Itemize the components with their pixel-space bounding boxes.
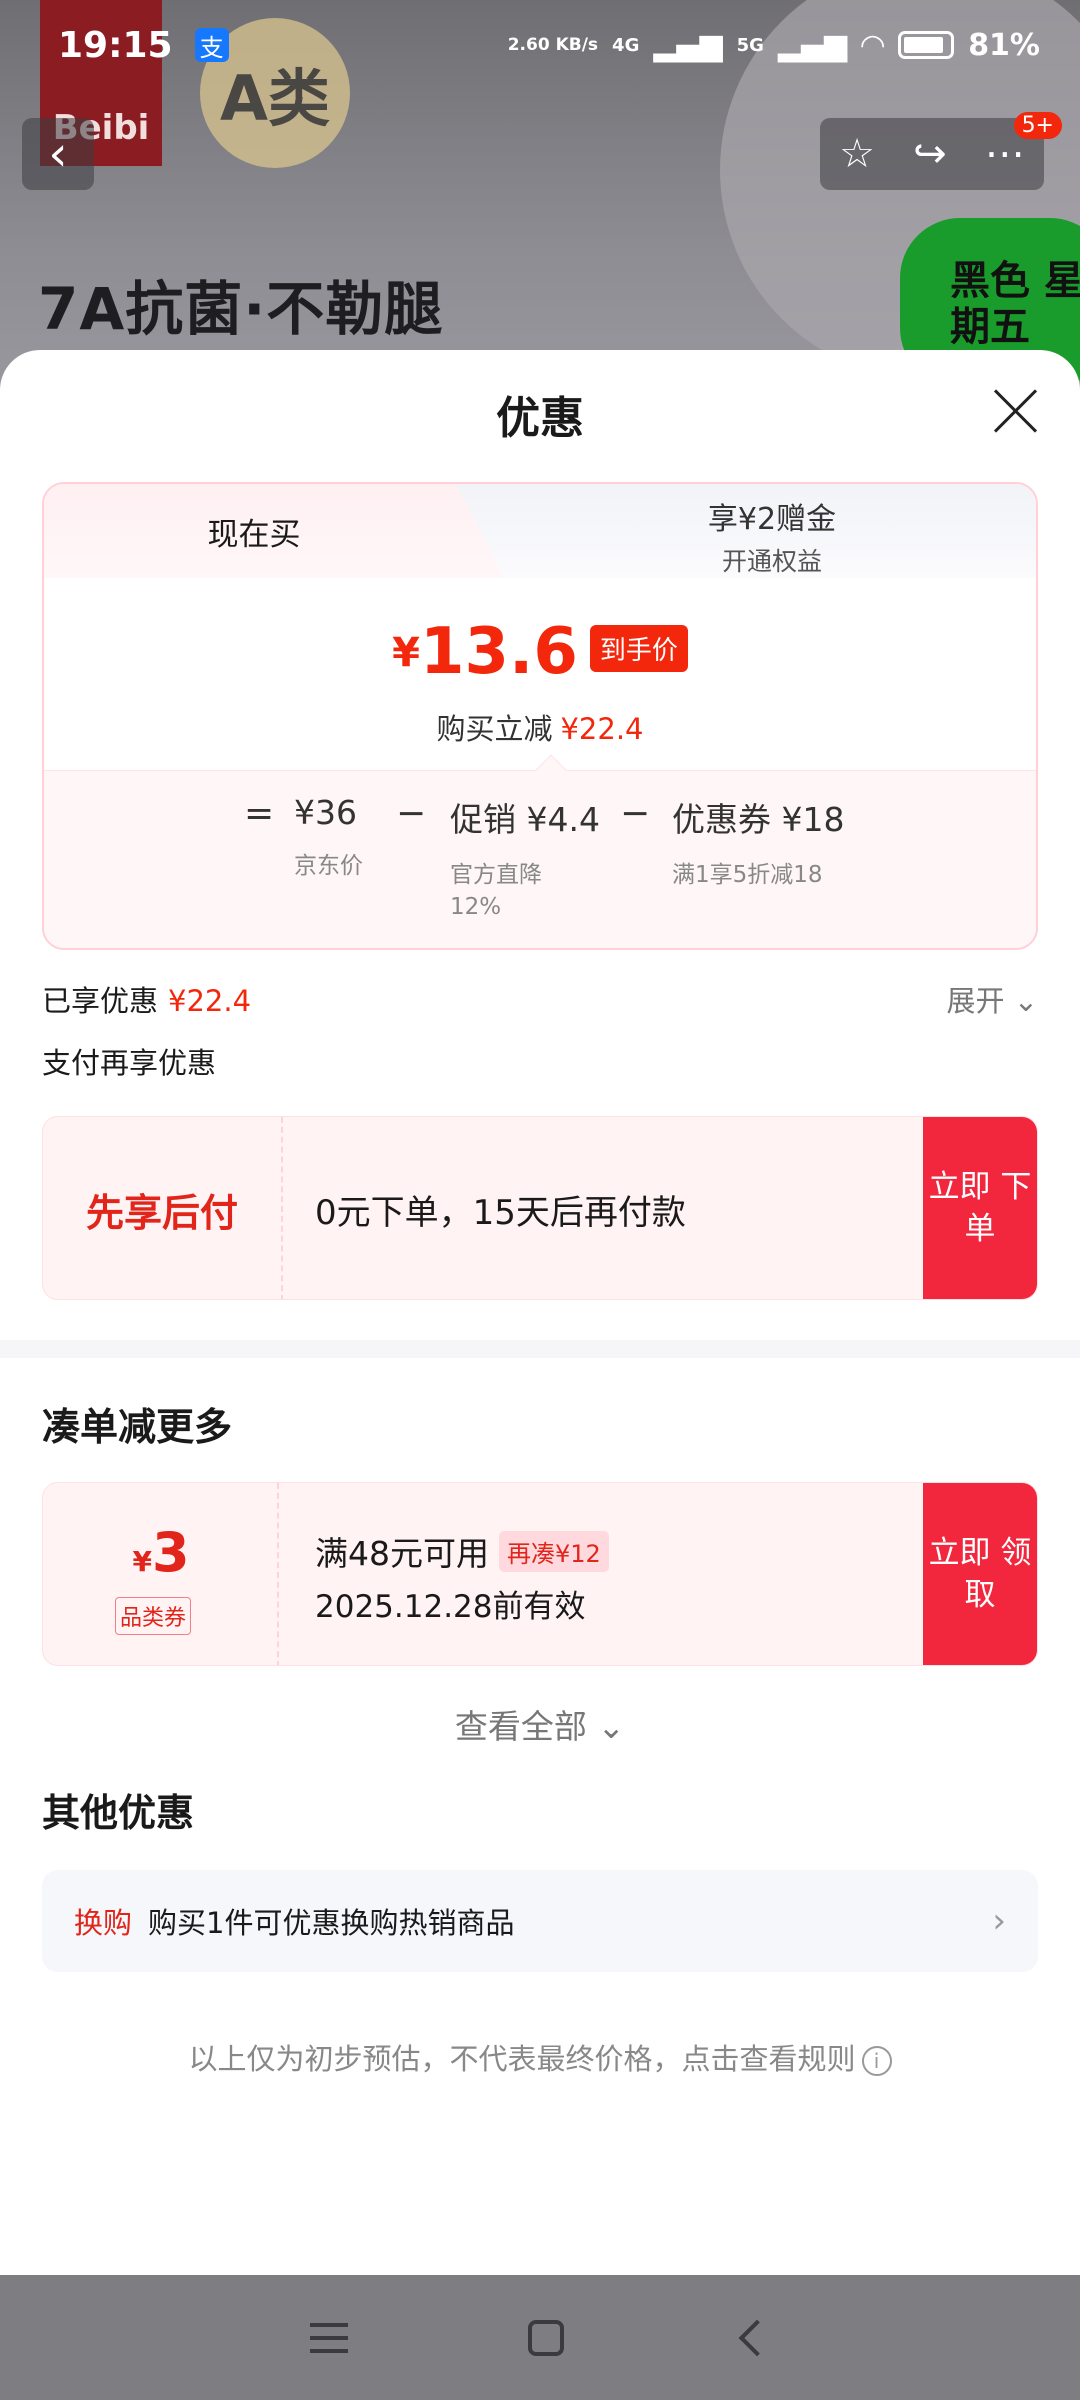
- price-currency: ¥: [392, 630, 420, 676]
- minus-sign: −: [620, 793, 651, 834]
- chevron-left-icon: ‹: [48, 126, 68, 182]
- breakdown-coupon: 优惠券 ¥18 满1享5折减18: [672, 793, 844, 891]
- buy-now-pay-later-card: 先享后付 0元下单，15天后再付款 立即 下单: [42, 1116, 1038, 1300]
- alipay-icon: 支: [194, 28, 229, 62]
- tab-buy-now[interactable]: 现在买: [44, 484, 464, 578]
- sheet-title: 优惠: [496, 393, 584, 444]
- coupon-value: ¥3: [43, 1521, 279, 1584]
- coupon-kind: 品类券: [115, 1597, 192, 1635]
- wifi-icon: ◠: [861, 27, 885, 63]
- favorite-star-icon[interactable]: ☆: [839, 131, 875, 177]
- battery-level: 81%: [968, 27, 1040, 63]
- bundle-section-title: 凑单减更多: [42, 1405, 233, 1449]
- breakdown-desc: 官方直降 12%: [450, 862, 542, 920]
- breakdown-value: ¥36: [294, 793, 357, 832]
- enjoyed-discount: 已享优惠 ¥22.4: [42, 978, 251, 1020]
- coupon-condition: 满48元可用 再凑¥12: [315, 1527, 609, 1575]
- breakdown-jd-price: ¥36 京东价: [294, 793, 363, 882]
- breakdown-value: 优惠券 ¥18: [672, 800, 845, 839]
- minus-sign: −: [396, 793, 427, 834]
- share-icon[interactable]: ↪: [913, 131, 947, 177]
- equals-sign: =: [244, 793, 275, 834]
- other-section-title: 其他优惠: [42, 1791, 195, 1835]
- info-icon: i: [861, 2046, 892, 2076]
- coupon-validity: 2025.12.28前有效: [315, 1589, 586, 1625]
- reduce-amount: ¥22.4: [560, 712, 644, 746]
- breakdown-desc: 京东价: [294, 853, 363, 879]
- top-navigation: ‹ ☆ ↪ ⋯ 5+: [0, 112, 1080, 194]
- coupon-condition-text: 满48元可用: [315, 1534, 489, 1573]
- breakdown-promotion: 促销 ¥4.4 官方直降 12%: [450, 793, 600, 923]
- chevron-down-icon: ⌄: [597, 1707, 626, 1746]
- view-all-label: 查看全部: [454, 1707, 587, 1746]
- bnpl-description: 0元下单，15天后再付款: [315, 1192, 686, 1233]
- order-now-button[interactable]: 立即 下单: [923, 1117, 1037, 1299]
- enjoyed-label: 已享优惠: [42, 984, 159, 1018]
- coupon-currency: ¥: [132, 1545, 152, 1578]
- status-bar: 19:15 支 2.60 KB/s 4G ▂▄▆ 5G ▂▄▆ ◠ 81%: [0, 0, 1080, 90]
- breakdown-caret: [535, 754, 567, 786]
- home-icon[interactable]: [528, 2319, 564, 2356]
- back-button[interactable]: ‹: [22, 118, 94, 190]
- action-group: ☆ ↪ ⋯: [820, 118, 1044, 190]
- coupon-card: ¥3 品类券 满48元可用 再凑¥12 2025.12.28前有效 立即 领取: [42, 1482, 1038, 1666]
- tab-gift-bonus[interactable]: 享¥2赠金 开通权益: [504, 494, 1036, 578]
- network-speed: 2.60 KB/s: [507, 34, 599, 55]
- message-count-badge: 5+: [1013, 112, 1062, 139]
- disclaimer[interactable]: 以上仅为初步预估，不代表最终价格，点击查看规则 i: [0, 2036, 1080, 2078]
- more-icon[interactable]: ⋯: [985, 131, 1025, 177]
- product-headline: 7A抗菌·不勒腿: [38, 275, 444, 343]
- chevron-right-icon: ›: [992, 1901, 1006, 1941]
- signal-5g-icon: 5G: [736, 34, 764, 56]
- enjoyed-amount: ¥22.4: [168, 984, 252, 1018]
- breakdown-desc: 满1享5折减18: [672, 862, 823, 888]
- signal-bars-icon: ▂▄▆: [777, 27, 848, 63]
- gift-title: 享¥2赠金: [707, 502, 837, 537]
- expand-label: 展开: [946, 984, 1005, 1018]
- exchange-offer-row[interactable]: 换购 购买1件可优惠换购热销商品 ›: [42, 1870, 1038, 1972]
- exchange-tag: 换购: [74, 1906, 133, 1940]
- recent-apps-icon[interactable]: [310, 2322, 348, 2353]
- system-nav-bar: [0, 2275, 1080, 2400]
- view-all-button[interactable]: 查看全部 ⌄: [0, 1700, 1080, 1748]
- exchange-text: 购买1件可优惠换购热销商品: [148, 1906, 515, 1940]
- status-time: 19:15: [58, 24, 173, 66]
- bnpl-label: 先享后付: [43, 1117, 283, 1299]
- discount-sheet: 优惠 现在买 享¥2赠金 开通权益 ¥ 13.6 到手价 购买立减 ¥22.4 =…: [0, 350, 1080, 2275]
- final-price: ¥ 13.6 到手价: [44, 620, 1036, 684]
- final-price-tag: 到手价: [589, 625, 688, 672]
- expand-button[interactable]: 展开 ⌄: [946, 978, 1038, 1020]
- price-value: 13.6: [419, 615, 578, 689]
- price-breakdown: = ¥36 京东价 − 促销 ¥4.4 官方直降 12% − 优惠券 ¥18 满…: [44, 754, 1036, 948]
- pay-more-title: 支付再享优惠: [42, 1046, 217, 1080]
- coupon-value-area: ¥3 品类券: [43, 1483, 279, 1665]
- coupon-amount: 3: [151, 1521, 190, 1584]
- chevron-down-icon: ⌄: [1013, 984, 1038, 1018]
- claim-coupon-button[interactable]: 立即 领取: [923, 1483, 1037, 1665]
- section-divider: [0, 1340, 1080, 1358]
- signal-4g-icon: 4G: [612, 34, 640, 56]
- price-card: 现在买 享¥2赠金 开通权益 ¥ 13.6 到手价 购买立减 ¥22.4 = ¥3…: [42, 482, 1038, 950]
- disclaimer-text: 以上仅为初步预估，不代表最终价格，点击查看规则: [188, 2042, 856, 2076]
- gift-subtitle: 开通权益: [721, 547, 822, 576]
- signal-bars-icon: ▂▄▆: [653, 27, 723, 63]
- battery-icon: [898, 31, 955, 59]
- breakdown-value: 促销 ¥4.4: [450, 800, 600, 839]
- reduce-label: 购买立减: [436, 712, 553, 746]
- instant-reduction: 购买立减 ¥22.4: [44, 706, 1036, 748]
- coupon-extra-pill: 再凑¥12: [499, 1530, 609, 1572]
- back-icon[interactable]: [738, 2319, 776, 2356]
- buy-tabs: 现在买 享¥2赠金 开通权益: [44, 484, 1036, 578]
- close-button[interactable]: [990, 386, 1040, 436]
